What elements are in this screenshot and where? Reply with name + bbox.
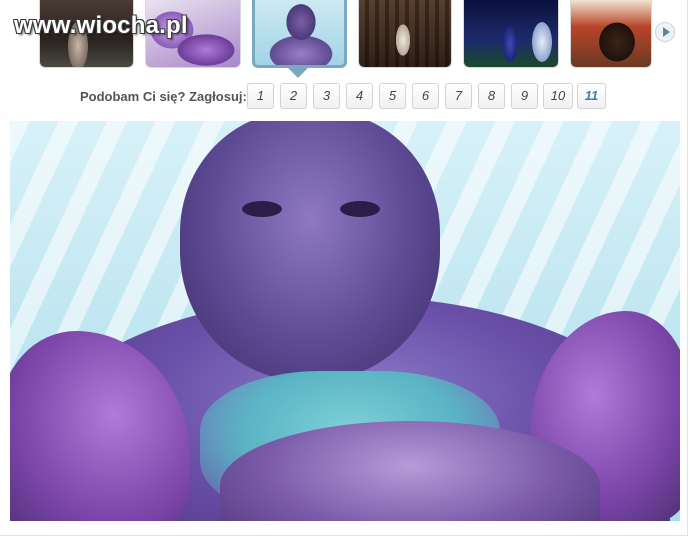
vote-button-5[interactable]: 5: [379, 83, 406, 109]
vote-button-6[interactable]: 6: [412, 83, 439, 109]
vote-button-11[interactable]: 11: [577, 83, 606, 109]
vote-button-10[interactable]: 10: [543, 83, 573, 109]
vote-button-9[interactable]: 9: [511, 83, 538, 109]
vote-button-4[interactable]: 4: [346, 83, 373, 109]
gallery-thumbnail[interactable]: [358, 0, 452, 68]
play-right-icon: [662, 27, 670, 37]
vote-button-1[interactable]: 1: [247, 83, 274, 109]
main-photo[interactable]: [10, 121, 680, 521]
vote-button-7[interactable]: 7: [445, 83, 472, 109]
next-thumbnails-button[interactable]: [655, 22, 675, 42]
gallery-thumbnail[interactable]: [463, 0, 559, 68]
active-thumbnail-pointer: [288, 68, 308, 78]
gallery-thumbnail-active[interactable]: [252, 0, 347, 68]
photo-eye-right: [340, 201, 380, 217]
photo-eye-left: [242, 201, 282, 217]
site-logo-watermark: www.wiocha.pl: [14, 12, 188, 39]
gallery-thumbnail[interactable]: [570, 0, 652, 68]
photo-head: [180, 121, 440, 381]
vote-button-8[interactable]: 8: [478, 83, 505, 109]
vote-label: Podobam Ci się? Zagłosuj:: [80, 89, 247, 104]
vote-button-2[interactable]: 2: [280, 83, 307, 109]
vote-button-3[interactable]: 3: [313, 83, 340, 109]
